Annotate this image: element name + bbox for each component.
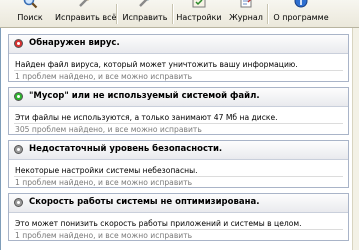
search-icon [23, 0, 38, 9]
fix-button-label: Исправить [122, 13, 168, 22]
fix-all-button-label: Исправить всё [55, 13, 117, 22]
card-stats: 305 проблем найдено, и все можно исправи… [15, 125, 202, 134]
fix-icon [139, 0, 149, 7]
log-button[interactable]: Журнал [226, 0, 266, 27]
card-stats: 1 проблем найдено, и все можно исправить [15, 72, 193, 81]
issue-card-security[interactable]: Недостаточный уровень безопасности. Неко… [8, 140, 349, 188]
card-divider [14, 229, 343, 230]
card-stats: 1 проблем найдено, и все можно исправить [15, 178, 193, 187]
vertical-scrollbar[interactable] [352, 28, 359, 250]
card-description: Эти файлы не используются, а только зани… [15, 113, 278, 122]
status-dot-icon [14, 145, 23, 154]
search-button-label: Поиск [17, 13, 43, 22]
settings-button[interactable]: Настройки [175, 0, 223, 27]
fix-all-icon [79, 0, 89, 7]
card-divider [14, 123, 343, 124]
card-title: Обнаружен вирус. [29, 38, 120, 48]
fix-all-button[interactable]: Исправить всё [55, 0, 117, 27]
search-button[interactable]: Поиск [7, 0, 53, 27]
card-description: Это может понизить скорость работы прило… [15, 219, 302, 228]
card-header: Недостаточный уровень безопасности. [9, 141, 348, 160]
settings-button-label: Настройки [176, 13, 222, 22]
card-divider [14, 176, 343, 177]
fix-button[interactable]: Исправить [119, 0, 171, 27]
settings-icon [192, 0, 206, 8]
status-dot-icon [14, 92, 23, 101]
results-panel: Обнаружен вирус. Найден файл вируса, кот… [0, 28, 353, 250]
card-stats: 1 проблем найдено, и все можно исправить [15, 231, 193, 240]
issue-card-junk[interactable]: "Мусор" или не используемый системой фай… [8, 87, 349, 135]
card-header: Обнаружен вирус. [9, 35, 348, 54]
card-description: Некоторые настройки системы небезопасны. [15, 166, 198, 175]
toolbar-separator [267, 4, 269, 24]
toolbar: Поиск Исправить всё Исправить Настройки [0, 0, 359, 28]
log-icon [240, 0, 252, 8]
card-header: Скорость работы системы не оптимизирован… [9, 194, 348, 213]
about-icon [294, 0, 308, 8]
issue-card-virus[interactable]: Обнаружен вирус. Найден файл вируса, кот… [8, 34, 349, 82]
toolbar-separator [172, 4, 174, 24]
about-button[interactable]: О программе [270, 0, 332, 27]
card-title: "Мусор" или не используемый системой фай… [29, 91, 260, 101]
card-divider [14, 70, 343, 71]
card-description: Найден файл вируса, который может уничто… [15, 60, 298, 69]
status-dot-icon [14, 39, 23, 48]
toolbar-separator [116, 4, 118, 24]
card-title: Скорость работы системы не оптимизирован… [29, 197, 260, 207]
about-button-label: О программе [273, 13, 329, 22]
issue-card-performance[interactable]: Скорость работы системы не оптимизирован… [8, 193, 349, 241]
status-dot-icon [14, 198, 23, 207]
log-button-label: Журнал [229, 13, 263, 22]
card-title: Недостаточный уровень безопасности. [29, 144, 223, 154]
card-header: "Мусор" или не используемый системой фай… [9, 88, 348, 107]
